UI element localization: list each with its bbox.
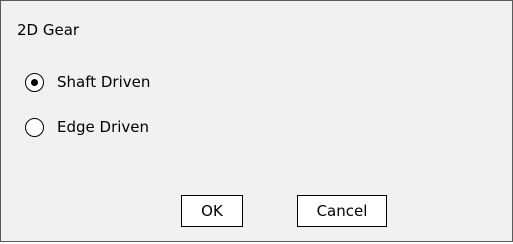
radio-selected-icon[interactable] bbox=[25, 72, 44, 92]
dialog-title: 2D Gear bbox=[17, 21, 80, 39]
cancel-button[interactable]: Cancel bbox=[297, 195, 387, 227]
shaft-driven-label[interactable]: Shaft Driven bbox=[57, 73, 150, 91]
shaft-driven-option[interactable]: Shaft Driven bbox=[25, 70, 150, 94]
edge-driven-label[interactable]: Edge Driven bbox=[57, 118, 149, 136]
gear-dialog: 2D Gear Shaft Driven Edge Driven OK Canc… bbox=[0, 0, 513, 242]
radio-dot bbox=[31, 78, 38, 86]
edge-driven-option[interactable]: Edge Driven bbox=[25, 115, 149, 139]
radio-unselected-icon[interactable] bbox=[25, 117, 44, 137]
ok-button[interactable]: OK bbox=[181, 195, 243, 227]
